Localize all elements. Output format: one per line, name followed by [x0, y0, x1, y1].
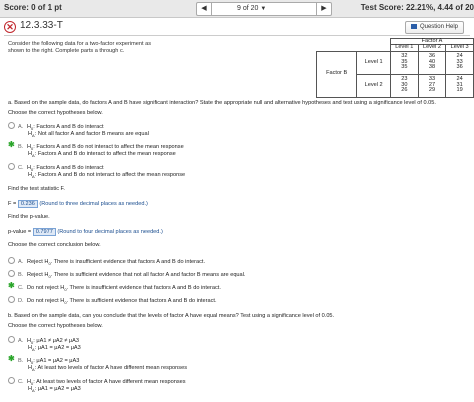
option-letter: B. [18, 144, 24, 150]
part-b-option-a[interactable]: A. H0: μA1 ≠ μA2 ≠ μA3 HA: μA1 = μA2 = μA… [8, 336, 81, 352]
cell-value: 38 [428, 64, 436, 71]
f-statistic-row: F = 0.236 (Round to three decimal places… [8, 200, 148, 208]
cell-value: 36 [456, 64, 463, 71]
header-divider [4, 35, 470, 36]
option-letter: B. [18, 358, 24, 364]
score-label: Score: 0 of 1 pt [4, 3, 62, 12]
table-corner [317, 39, 391, 52]
option-letter: A. [18, 259, 24, 265]
p-value-row: p-value = 0.7977 (Round to four decimal … [8, 228, 163, 236]
option-letter: C. [18, 379, 24, 385]
level-b-label: Level 1 [356, 50, 391, 75]
null-hypothesis: μA1 = μA2 = μA3 [36, 358, 80, 364]
option-letter: C. [18, 165, 24, 171]
part-a-choose: Choose the correct hypotheses below. [8, 110, 103, 116]
conclusion-option-d[interactable]: D. Do not reject H0. There is sufficient … [8, 296, 217, 305]
conclusion-option-a[interactable]: A. Reject H0. There is insufficient evide… [8, 257, 205, 266]
f-hint: (Round to three decimal places as needed… [39, 201, 148, 207]
conclusion-option-b[interactable]: B. Reject H0. There is sufficient evidenc… [8, 270, 245, 279]
factor-b-label: Factor B [315, 50, 358, 98]
chevron-down-icon: ▼ [260, 6, 267, 12]
f-prefix: F = [8, 201, 17, 207]
next-question-button[interactable]: ▶ [316, 3, 331, 15]
question-header: ✕ 12.3.33-T Question Help [4, 20, 470, 34]
alternative-hypothesis: μA1 = μA2 = μA3 [37, 386, 81, 393]
question-number: 12.3.33-T [20, 20, 63, 31]
option-letter: A. [18, 338, 24, 344]
alternative-hypothesis: At least two levels of factor A have dif… [37, 365, 187, 372]
null-hypothesis: At least two levels of factor A have dif… [36, 379, 186, 385]
conclusion-text: Reject H [27, 272, 49, 278]
radio-button[interactable] [8, 377, 15, 384]
conclusion-text: . There is insufficient evidence that fa… [50, 259, 206, 265]
cell-value: 26 [401, 87, 408, 94]
conclusion-option-c[interactable]: C. Do not reject H0. There is insufficien… [8, 283, 221, 292]
p-hint: (Round to four decimal places as needed.… [57, 229, 163, 235]
hypothesis-option-a[interactable]: A. H0: Factors A and B do interact HA: No… [8, 122, 149, 138]
level-b-label: Level 2 [356, 73, 391, 98]
alternative-hypothesis: μA1 = μA2 = μA3 [37, 345, 81, 352]
alternative-hypothesis: Factors A and B do interact to affect th… [37, 151, 176, 158]
table-cell: 33 27 29 [417, 73, 447, 98]
test-statistic-label: Find the test statistic F. [8, 186, 65, 192]
table-cell: 24 33 36 [445, 50, 474, 75]
table-cell: 32 35 35 [390, 50, 419, 75]
f-value-input[interactable]: 0.236 [17, 200, 38, 208]
null-hypothesis: Factors A and B do interact [36, 124, 104, 130]
radio-button[interactable] [8, 163, 15, 170]
conclusion-text: . There is insufficient evidence that fa… [66, 285, 221, 291]
part-b-prompt: b. Based on the sample data, can you con… [8, 313, 335, 319]
radio-button[interactable] [8, 270, 15, 277]
table-cell: 24 31 19 [445, 73, 474, 98]
conclusion-text: . There is sufficient evidence that not … [50, 272, 246, 278]
hypothesis-option-c[interactable]: C. H0: Factors A and B do interact HA: Fa… [8, 163, 185, 179]
table-cell: 23 30 26 [390, 73, 419, 98]
alternative-hypothesis: Factors A and B do not interact to affec… [37, 172, 186, 179]
top-bar: Score: 0 of 1 pt ◀ 9 of 20 ▼ ▶ Test Score… [0, 0, 474, 18]
option-letter: D. [18, 298, 24, 304]
null-hypothesis: Factors A and B do not interact to affec… [36, 144, 184, 150]
option-letter: A. [18, 124, 24, 130]
conclusion-label: Choose the correct conclusion below. [8, 242, 101, 248]
part-b-option-c[interactable]: C. H0: At least two levels of factor A ha… [8, 377, 186, 393]
part-a-prompt: a. Based on the sample data, do factors … [8, 100, 436, 106]
test-score-label: Test Score: 22.21%, 4.44 of 20 [360, 3, 474, 12]
question-selector[interactable]: 9 of 20 ▼ [237, 4, 266, 14]
question-selector-label: 9 of 20 [237, 5, 259, 12]
intro-line-2: shown to the right. Complete parts a thr… [8, 48, 125, 54]
part-b-choose: Choose the correct hypotheses below. [8, 323, 103, 329]
alternative-hypothesis: Not all factor A and factor B means are … [37, 131, 149, 138]
table-cell: 36 40 38 [417, 50, 447, 75]
null-hypothesis: μA1 ≠ μA2 ≠ μA3 [36, 338, 79, 344]
intro-line-1: Consider the following data for a two-fa… [8, 41, 152, 47]
hypothesis-option-b[interactable]: B. H0: Factors A and B do not interact to… [8, 142, 184, 158]
conclusion-text: Do not reject H [27, 285, 65, 291]
radio-button[interactable] [8, 122, 15, 129]
help-list-icon [410, 24, 417, 29]
p-value-label: Find the p-value. [8, 214, 50, 220]
p-value-input[interactable]: 0.7977 [32, 228, 56, 236]
cell-value: 29 [428, 87, 436, 94]
radio-button[interactable] [8, 336, 15, 343]
conclusion-text: Do not reject H [27, 298, 65, 304]
conclusion-text: . There is sufficient evidence that fact… [66, 298, 217, 304]
conclusion-text: Reject H [27, 259, 49, 265]
cell-value: 35 [401, 64, 408, 71]
incorrect-icon: ✕ [4, 21, 16, 33]
part-b-option-b[interactable]: B. H0: μA1 = μA2 = μA3 HA: At least two l… [8, 356, 187, 372]
question-navigator: ◀ 9 of 20 ▼ ▶ [196, 2, 332, 16]
radio-button[interactable] [8, 257, 15, 264]
data-table: Factor A Level 1 Level 2 Level 3 Factor … [315, 37, 474, 98]
option-letter: B. [18, 272, 24, 278]
p-prefix: p-value = [8, 229, 32, 235]
null-hypothesis: Factors A and B do interact [36, 165, 104, 171]
radio-button[interactable] [8, 296, 15, 303]
cell-value: 19 [456, 87, 463, 94]
option-letter: C. [18, 285, 24, 291]
question-intro: Consider the following data for a two-fa… [8, 41, 168, 55]
previous-question-button[interactable]: ◀ [197, 3, 212, 15]
question-help-button[interactable]: Question Help [404, 21, 464, 34]
question-help-label: Question Help [419, 24, 458, 30]
